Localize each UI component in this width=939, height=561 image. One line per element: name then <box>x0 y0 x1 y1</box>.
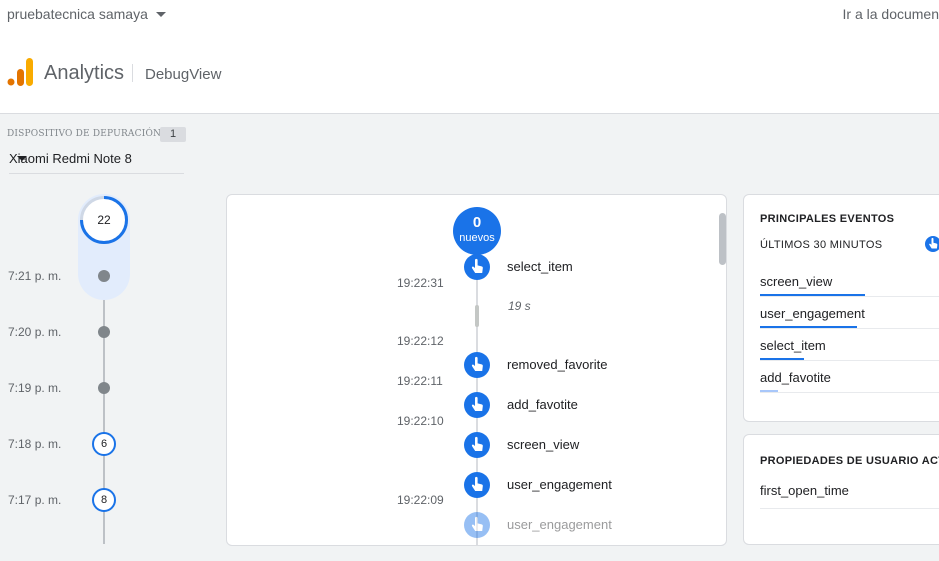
top-event-bar <box>760 326 857 328</box>
device-select[interactable]: Xiaomi Redmi Note 8 <box>9 148 184 174</box>
device-count-badge: 1 <box>160 127 186 142</box>
event-timestamp: 19:22:09 <box>397 493 444 507</box>
time-gap-bar <box>475 305 479 327</box>
account-selector[interactable]: pruebatecnica samaya <box>7 6 166 22</box>
account-name: pruebatecnica samaya <box>7 6 148 22</box>
event-name[interactable]: select_item <box>507 259 573 274</box>
top-event-name: screen_view <box>760 274 833 289</box>
top-event-row[interactable]: select_item <box>760 331 939 361</box>
minute-event-count[interactable]: 6 <box>92 432 116 456</box>
top-event-row[interactable]: add_favotite <box>760 363 939 393</box>
top-events-title: PRINCIPALES EVENTOS <box>760 213 895 225</box>
event-timestamp: 19:22:12 <box>397 334 444 348</box>
minute-time: 7:18 p. m. <box>8 437 62 451</box>
time-gap-label: 19 s <box>508 299 531 313</box>
minute-dot[interactable] <box>98 382 110 394</box>
event-touch-icon[interactable] <box>464 254 490 280</box>
event-timestamp: 19:22:10 <box>397 414 444 428</box>
minute-dot[interactable] <box>98 270 110 282</box>
event-name[interactable]: removed_favorite <box>507 357 607 372</box>
event-name[interactable]: user_engagement <box>507 517 612 532</box>
minutes-timeline: 22 7:21 p. m. 7:20 p. m. 7:19 p. m. 7:18… <box>0 194 200 561</box>
minute-event-count[interactable]: 8 <box>92 488 116 512</box>
top-event-name: user_engagement <box>760 306 865 321</box>
chevron-down-icon <box>17 156 27 161</box>
user-properties-title: PROPIEDADES DE USUARIO ACTIVAS <box>760 455 939 467</box>
top-events-card: PRINCIPALES EVENTOS ÚLTIMOS 30 MINUTOS s… <box>743 194 939 422</box>
event-timestamp: 19:22:11 <box>397 374 443 388</box>
new-events-button[interactable]: 0 nuevos <box>453 207 501 255</box>
top-bar: pruebatecnica samaya Ir a la documen Ana… <box>0 0 939 114</box>
analytics-logo-icon <box>7 58 33 86</box>
event-touch-icon[interactable] <box>464 392 490 418</box>
top-event-bar <box>760 358 804 360</box>
event-name[interactable]: user_engagement <box>507 477 612 492</box>
event-name[interactable]: add_favotite <box>507 397 578 412</box>
event-touch-icon[interactable] <box>464 352 490 378</box>
brand-name: Analytics <box>44 62 125 84</box>
minute-time: 7:17 p. m. <box>8 493 62 507</box>
user-property-row[interactable]: first_open_time <box>760 483 939 509</box>
event-touch-icon[interactable] <box>464 512 490 538</box>
touch-filter-icon[interactable] <box>925 236 939 252</box>
chevron-down-icon <box>155 11 166 17</box>
event-touch-icon[interactable] <box>464 472 490 498</box>
top-event-row[interactable]: user_engagement <box>760 299 939 329</box>
page-title: DebugView <box>145 66 222 83</box>
divider <box>132 64 133 82</box>
event-stream-panel: 0 nuevos select_item 19:22:31 19 s 19:22… <box>226 194 727 546</box>
debug-device-label: DISPOSITIVO DE DEPURACIÓN <box>7 129 162 139</box>
new-events-label: nuevos <box>459 232 495 244</box>
minute-time: 7:19 p. m. <box>8 381 62 395</box>
minute-dot[interactable] <box>98 326 110 338</box>
top-event-row[interactable]: screen_view <box>760 267 939 297</box>
new-events-count: 0 <box>472 214 482 231</box>
event-timestamp: 19:22:31 <box>397 276 444 290</box>
documentation-link[interactable]: Ir a la documen <box>843 6 939 22</box>
event-name[interactable]: screen_view <box>507 437 579 452</box>
current-minute-counter[interactable]: 22 <box>80 196 128 244</box>
minute-time: 7:20 p. m. <box>8 325 62 339</box>
top-events-subtitle: ÚLTIMOS 30 MINUTOS <box>760 239 883 251</box>
top-event-bar <box>760 390 778 392</box>
stream-scrollbar[interactable] <box>719 213 726 265</box>
top-event-bar <box>760 294 865 296</box>
current-minute-count: 22 <box>97 213 111 227</box>
top-event-name: add_favotite <box>760 370 831 385</box>
minute-time: 7:21 p. m. <box>8 269 62 283</box>
user-properties-card: PROPIEDADES DE USUARIO ACTIVAS first_ope… <box>743 434 939 545</box>
device-select-value: Xiaomi Redmi Note 8 <box>9 151 132 166</box>
top-event-name: select_item <box>760 338 826 353</box>
event-touch-icon[interactable] <box>464 432 490 458</box>
